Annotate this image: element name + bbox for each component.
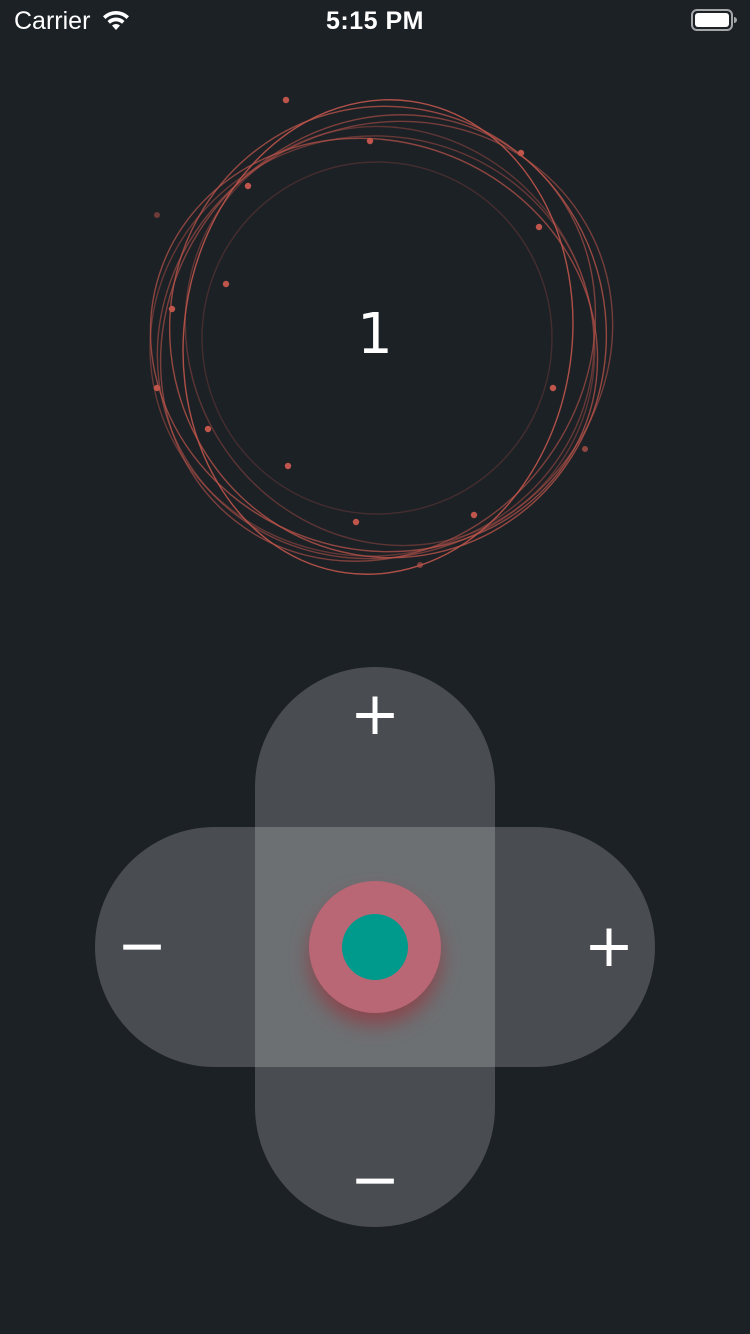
increment-horizontal-button[interactable]: + xyxy=(569,906,649,986)
orbit-dot xyxy=(352,518,360,526)
orbit-dot xyxy=(154,212,160,218)
orbit-dot xyxy=(222,280,230,288)
increment-vertical-button[interactable]: + xyxy=(335,674,415,754)
app-screen: Carrier 5:15 PM 1 + − − + xyxy=(0,0,750,1334)
orbit-dot xyxy=(204,425,212,433)
orbit-dot xyxy=(366,137,374,145)
orbit-dot xyxy=(284,462,292,470)
orbit-dot xyxy=(517,149,525,157)
orbit-dot xyxy=(244,182,252,190)
decrement-vertical-button[interactable]: − xyxy=(335,1140,415,1220)
decrement-horizontal-button[interactable]: − xyxy=(102,906,182,986)
orbit-dot xyxy=(535,223,543,231)
joystick-knob xyxy=(342,914,408,980)
counter-value: 1 xyxy=(357,302,393,367)
orbit-dot xyxy=(582,446,588,452)
orbit-dot xyxy=(153,384,161,392)
orbit-dot xyxy=(549,384,557,392)
orbit-dot xyxy=(470,511,478,519)
orbit-dot xyxy=(282,96,290,104)
orbit-dot xyxy=(168,305,176,313)
orbit-dot xyxy=(417,562,423,568)
joystick-handle[interactable] xyxy=(309,881,441,1013)
